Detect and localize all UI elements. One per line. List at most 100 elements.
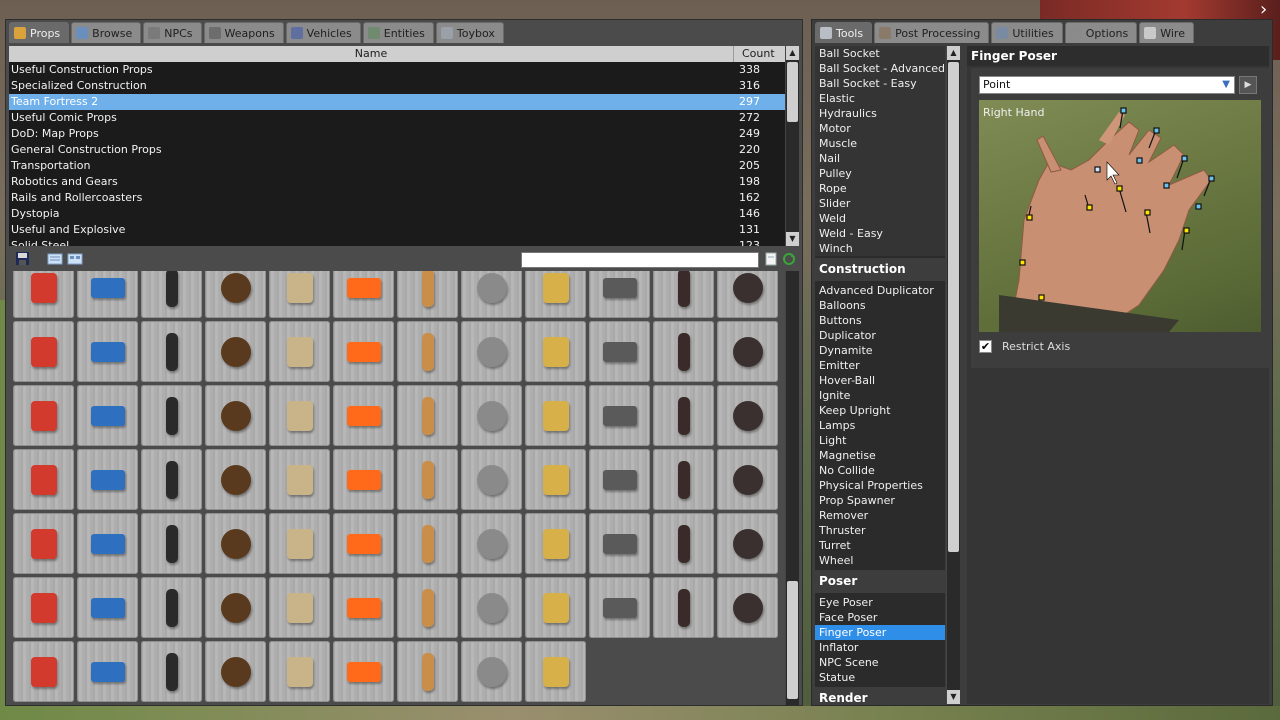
- prop-tile[interactable]: [653, 449, 714, 510]
- hand-preview[interactable]: Right Hand: [979, 100, 1261, 332]
- prop-tile[interactable]: [589, 449, 650, 510]
- tab-props[interactable]: Props: [9, 22, 70, 43]
- tab-utilities[interactable]: Utilities: [991, 22, 1063, 43]
- prop-tile[interactable]: [13, 513, 74, 574]
- prop-tile[interactable]: [77, 321, 138, 382]
- prop-tile[interactable]: [77, 449, 138, 510]
- category-row[interactable]: Dystopia 146: [9, 206, 785, 222]
- scroll-up-icon[interactable]: ▲: [947, 46, 960, 60]
- tool-item[interactable]: Eye Poser: [815, 595, 945, 610]
- prop-tile[interactable]: [717, 577, 778, 638]
- scroll-thumb[interactable]: [948, 62, 959, 552]
- prop-tile[interactable]: [717, 385, 778, 446]
- tab-npcs[interactable]: NPCs: [143, 22, 202, 43]
- prop-tile[interactable]: [397, 641, 458, 702]
- prop-tile[interactable]: [397, 449, 458, 510]
- tab-entities[interactable]: Entities: [362, 22, 434, 43]
- tool-item[interactable]: Balloons: [815, 298, 945, 313]
- prop-tile[interactable]: [269, 271, 330, 318]
- prop-tile[interactable]: [141, 321, 202, 382]
- prop-tile[interactable]: [141, 513, 202, 574]
- prop-tile[interactable]: [397, 577, 458, 638]
- prop-tile[interactable]: [717, 513, 778, 574]
- prop-tile[interactable]: [77, 513, 138, 574]
- prop-tile[interactable]: [461, 385, 522, 446]
- tool-item[interactable]: Ball Socket - Easy: [815, 76, 945, 91]
- prop-tile[interactable]: [397, 321, 458, 382]
- tool-item[interactable]: Prop Spawner: [815, 493, 945, 508]
- prop-tile[interactable]: [77, 577, 138, 638]
- tool-item[interactable]: Face Poser: [815, 610, 945, 625]
- tab-tools[interactable]: Tools: [815, 22, 873, 43]
- prop-tile[interactable]: [141, 271, 202, 318]
- category-row[interactable]: Rails and Rollercoasters 162: [9, 190, 785, 206]
- prop-tile[interactable]: [141, 641, 202, 702]
- prop-tile[interactable]: [269, 385, 330, 446]
- prop-tile[interactable]: [205, 385, 266, 446]
- prop-tile[interactable]: [141, 449, 202, 510]
- tool-item[interactable]: Hydraulics: [815, 106, 945, 121]
- tool-item[interactable]: Slider: [815, 196, 945, 211]
- category-row[interactable]: Team Fortress 2 297: [9, 94, 785, 110]
- tab-toybox[interactable]: Toybox: [435, 22, 504, 43]
- document-icon[interactable]: [763, 252, 779, 266]
- prop-tile[interactable]: [13, 385, 74, 446]
- tool-item[interactable]: Rope: [815, 181, 945, 196]
- prop-tile[interactable]: [13, 449, 74, 510]
- chevron-right-icon[interactable]: ›: [1260, 1, 1274, 19]
- category-row[interactable]: Useful and Explosive 131: [9, 222, 785, 238]
- prop-tile[interactable]: [269, 449, 330, 510]
- scroll-thumb[interactable]: [787, 581, 798, 699]
- column-header-count[interactable]: Count: [734, 46, 785, 62]
- play-button[interactable]: ▶: [1239, 76, 1257, 94]
- prop-tile[interactable]: [333, 641, 394, 702]
- tab-browse[interactable]: Browse: [71, 22, 142, 43]
- tool-item[interactable]: Ball Socket - Advanced: [815, 61, 945, 76]
- tool-item[interactable]: Light: [815, 433, 945, 448]
- scroll-down-icon[interactable]: ▼: [947, 690, 960, 704]
- prop-tile[interactable]: [525, 513, 586, 574]
- category-row[interactable]: General Construction Props 220: [9, 142, 785, 158]
- prop-tile[interactable]: [461, 513, 522, 574]
- prop-tile[interactable]: [717, 449, 778, 510]
- tool-list-scrollbar[interactable]: ▲ ▼: [946, 46, 960, 704]
- prop-tile[interactable]: [205, 577, 266, 638]
- scroll-down-icon[interactable]: ▼: [786, 232, 799, 246]
- prop-tile[interactable]: [461, 449, 522, 510]
- refresh-icon[interactable]: [781, 252, 797, 266]
- prop-tile[interactable]: [269, 513, 330, 574]
- tool-item[interactable]: Nail: [815, 151, 945, 166]
- tool-item[interactable]: Motor: [815, 121, 945, 136]
- prop-tile[interactable]: [589, 513, 650, 574]
- category-row[interactable]: Useful Construction Props 338: [9, 62, 785, 78]
- tool-item[interactable]: Ball Socket: [815, 46, 945, 61]
- tool-item[interactable]: Pulley: [815, 166, 945, 181]
- prop-tile[interactable]: [461, 321, 522, 382]
- tool-item[interactable]: Advanced Duplicator: [815, 283, 945, 298]
- prop-tile[interactable]: [589, 271, 650, 318]
- tab-wire[interactable]: Wire: [1139, 22, 1194, 43]
- mode-dropdown[interactable]: Point ▼: [979, 76, 1235, 94]
- scroll-up-icon[interactable]: ▲: [786, 46, 799, 60]
- prop-tile[interactable]: [397, 271, 458, 318]
- tool-item[interactable]: Turret: [815, 538, 945, 553]
- tool-item[interactable]: Magnetise: [815, 448, 945, 463]
- tool-item[interactable]: Inflator: [815, 640, 945, 655]
- prop-tile[interactable]: [525, 271, 586, 318]
- tool-item[interactable]: Remover: [815, 508, 945, 523]
- prop-tile[interactable]: [653, 271, 714, 318]
- tool-item[interactable]: Physical Properties: [815, 478, 945, 493]
- tool-item[interactable]: Finger Poser: [815, 625, 945, 640]
- prop-tile[interactable]: [269, 641, 330, 702]
- tab-options[interactable]: Options: [1064, 22, 1138, 43]
- category-row[interactable]: DoD: Map Props 249: [9, 126, 785, 142]
- tool-item[interactable]: Lamps: [815, 418, 945, 433]
- prop-tile[interactable]: [525, 641, 586, 702]
- prop-tile[interactable]: [397, 385, 458, 446]
- tool-item[interactable]: Dynamite: [815, 343, 945, 358]
- restrict-axis-option[interactable]: ✔ Restrict Axis: [979, 340, 1070, 353]
- icon-view-icon[interactable]: [67, 252, 83, 266]
- prop-tile[interactable]: [333, 385, 394, 446]
- prop-tile[interactable]: [333, 271, 394, 318]
- category-scrollbar[interactable]: ▲ ▼: [785, 46, 799, 246]
